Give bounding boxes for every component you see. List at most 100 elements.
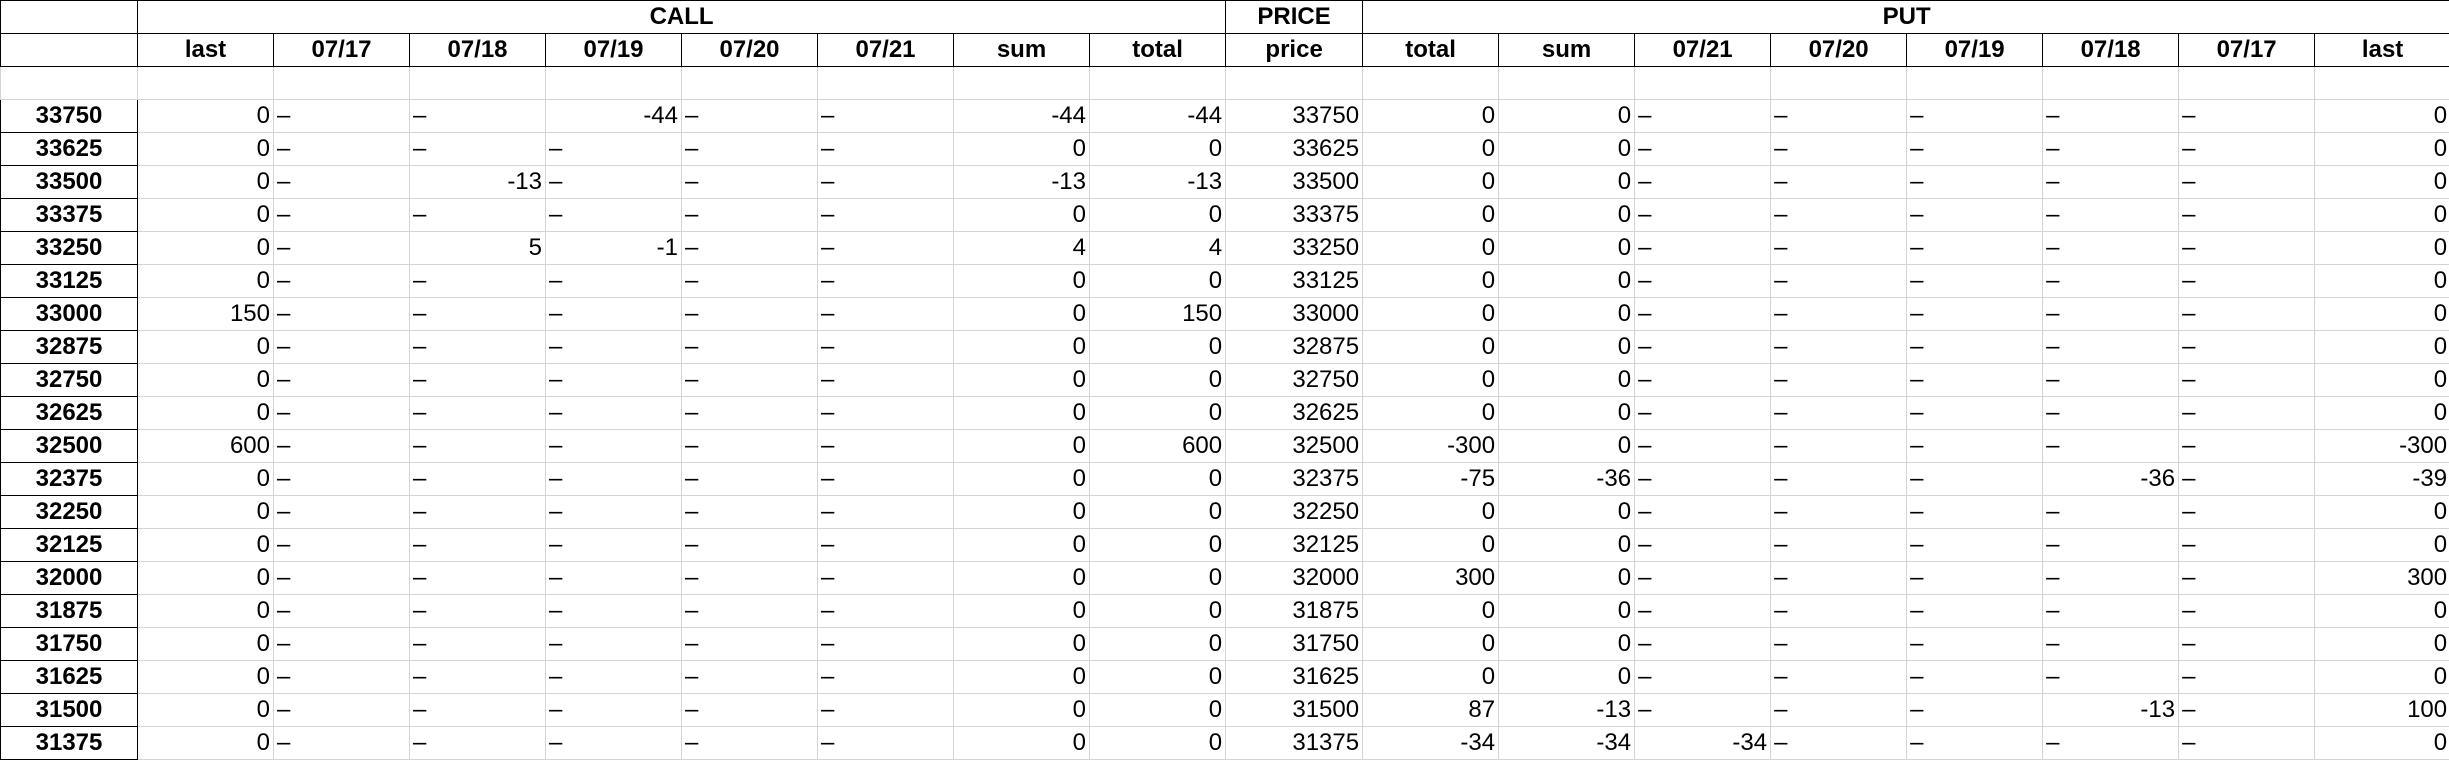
put-cell-total[interactable]: 0 (1362, 528, 1500, 562)
put-cell-07-17[interactable]: – (2178, 726, 2316, 760)
put-cell-07-21[interactable]: -34 (1634, 726, 1772, 760)
call-cell-07-17[interactable]: – (273, 330, 410, 364)
call-cell-07-19[interactable]: – (545, 330, 682, 364)
put-cell-07-17[interactable]: – (2178, 660, 2316, 694)
put-cell-07-18[interactable]: – (2042, 561, 2180, 595)
call-cell-07-21[interactable]: – (817, 330, 954, 364)
put-cell-last[interactable]: 0 (2314, 132, 2449, 166)
put-cell-07-17[interactable]: – (2178, 165, 2316, 199)
put-cell-07-18[interactable]: – (2042, 660, 2180, 694)
put-cell-07-21[interactable]: – (1634, 660, 1772, 694)
put-cell-07-17[interactable]: – (2178, 528, 2316, 562)
call-cell-sum[interactable]: 0 (953, 561, 1090, 595)
call-cell-07-20[interactable]: – (681, 231, 818, 265)
call-cell-07-21[interactable]: – (817, 231, 954, 265)
put-cell-sum[interactable]: 0 (1498, 495, 1636, 529)
put-cell-07-18[interactable]: – (2042, 594, 2180, 628)
row-header[interactable]: 32375 (0, 462, 138, 496)
put-cell-07-17[interactable]: – (2178, 462, 2316, 496)
put-cell-total[interactable]: -300 (1362, 429, 1500, 463)
put-cell-07-17[interactable]: – (2178, 561, 2316, 595)
call-cell-07-18[interactable]: – (409, 99, 546, 133)
call-cell-last[interactable]: 0 (137, 396, 274, 430)
put-cell-07-21[interactable]: – (1634, 297, 1772, 331)
call-cell-last[interactable]: 0 (137, 363, 274, 397)
price-cell[interactable]: 31750 (1225, 627, 1364, 661)
price-cell[interactable]: 32125 (1225, 528, 1364, 562)
put-cell-last[interactable]: 0 (2314, 594, 2449, 628)
price-cell[interactable]: 32625 (1225, 396, 1364, 430)
put-cell-total[interactable]: 0 (1362, 594, 1500, 628)
call-cell-07-18[interactable]: – (409, 429, 546, 463)
blank-cell[interactable] (0, 66, 138, 100)
put-cell-sum[interactable]: 0 (1498, 363, 1636, 397)
call-cell-07-21[interactable]: – (817, 396, 954, 430)
call-cell-total[interactable]: 0 (1088, 495, 1227, 529)
put-cell-sum[interactable]: 0 (1498, 198, 1636, 232)
put-cell-total[interactable]: 0 (1362, 198, 1500, 232)
put-cell-sum[interactable]: 0 (1498, 594, 1636, 628)
call-cell-sum[interactable]: 0 (953, 495, 1090, 529)
call-cell-07-19[interactable]: – (545, 165, 682, 199)
put-cell-07-21[interactable]: – (1634, 99, 1772, 133)
call-cell-07-21[interactable]: – (817, 363, 954, 397)
call-cell-total[interactable]: 0 (1088, 330, 1227, 364)
put-cell-07-20[interactable]: – (1770, 429, 1908, 463)
put-cell-last[interactable]: 0 (2314, 231, 2449, 265)
put-cell-07-20[interactable]: – (1770, 198, 1908, 232)
put-cell-07-19[interactable]: – (1906, 132, 2044, 166)
put-cell-sum[interactable]: 0 (1498, 396, 1636, 430)
call-cell-07-17[interactable]: – (273, 660, 410, 694)
put-col-header-7[interactable]: last (2314, 33, 2449, 67)
put-cell-07-17[interactable]: – (2178, 264, 2316, 298)
call-cell-07-19[interactable]: – (545, 561, 682, 595)
call-cell-total[interactable]: 0 (1088, 132, 1227, 166)
price-cell[interactable]: 32375 (1225, 462, 1364, 496)
blank-cell[interactable] (1634, 66, 1772, 100)
call-cell-07-17[interactable]: – (273, 495, 410, 529)
put-cell-last[interactable]: 0 (2314, 297, 2449, 331)
call-cell-total[interactable]: 0 (1088, 561, 1227, 595)
put-cell-07-20[interactable]: – (1770, 330, 1908, 364)
column-header-blank[interactable] (0, 33, 138, 67)
call-col-header-5[interactable]: 07/21 (817, 33, 954, 67)
call-cell-07-17[interactable]: – (273, 462, 410, 496)
call-cell-07-20[interactable]: – (681, 495, 818, 529)
call-cell-sum[interactable]: 0 (953, 693, 1090, 727)
put-cell-07-21[interactable]: – (1634, 528, 1772, 562)
put-cell-07-20[interactable]: – (1770, 627, 1908, 661)
put-cell-07-21[interactable]: – (1634, 231, 1772, 265)
price-cell[interactable]: 33000 (1225, 297, 1364, 331)
call-cell-last[interactable]: 0 (137, 264, 274, 298)
put-cell-07-18[interactable]: – (2042, 495, 2180, 529)
call-cell-total[interactable]: 0 (1088, 594, 1227, 628)
call-cell-total[interactable]: 4 (1088, 231, 1227, 265)
put-cell-07-19[interactable]: – (1906, 594, 2044, 628)
put-cell-07-19[interactable]: – (1906, 99, 2044, 133)
call-cell-sum[interactable]: 0 (953, 264, 1090, 298)
call-cell-07-20[interactable]: – (681, 561, 818, 595)
put-cell-07-18[interactable]: – (2042, 198, 2180, 232)
put-cell-07-17[interactable]: – (2178, 198, 2316, 232)
row-header[interactable]: 33500 (0, 165, 138, 199)
call-cell-07-17[interactable]: – (273, 627, 410, 661)
row-header[interactable]: 33000 (0, 297, 138, 331)
call-cell-07-18[interactable]: -13 (409, 165, 546, 199)
blank-cell[interactable] (1906, 66, 2044, 100)
put-cell-07-18[interactable]: – (2042, 429, 2180, 463)
put-cell-07-17[interactable]: – (2178, 297, 2316, 331)
put-cell-07-19[interactable]: – (1906, 231, 2044, 265)
call-cell-07-20[interactable]: – (681, 330, 818, 364)
call-cell-last[interactable]: 0 (137, 561, 274, 595)
price-group-header[interactable]: PRICE (1225, 0, 1364, 34)
row-header[interactable]: 32125 (0, 528, 138, 562)
price-cell[interactable]: 32000 (1225, 561, 1364, 595)
row-header[interactable]: 32250 (0, 495, 138, 529)
call-cell-sum[interactable]: 0 (953, 627, 1090, 661)
put-cell-07-18[interactable]: – (2042, 627, 2180, 661)
price-cell[interactable]: 32500 (1225, 429, 1364, 463)
put-col-header-0[interactable]: total (1362, 33, 1500, 67)
put-cell-last[interactable]: 300 (2314, 561, 2449, 595)
call-cell-07-18[interactable]: – (409, 693, 546, 727)
put-cell-07-18[interactable]: – (2042, 297, 2180, 331)
